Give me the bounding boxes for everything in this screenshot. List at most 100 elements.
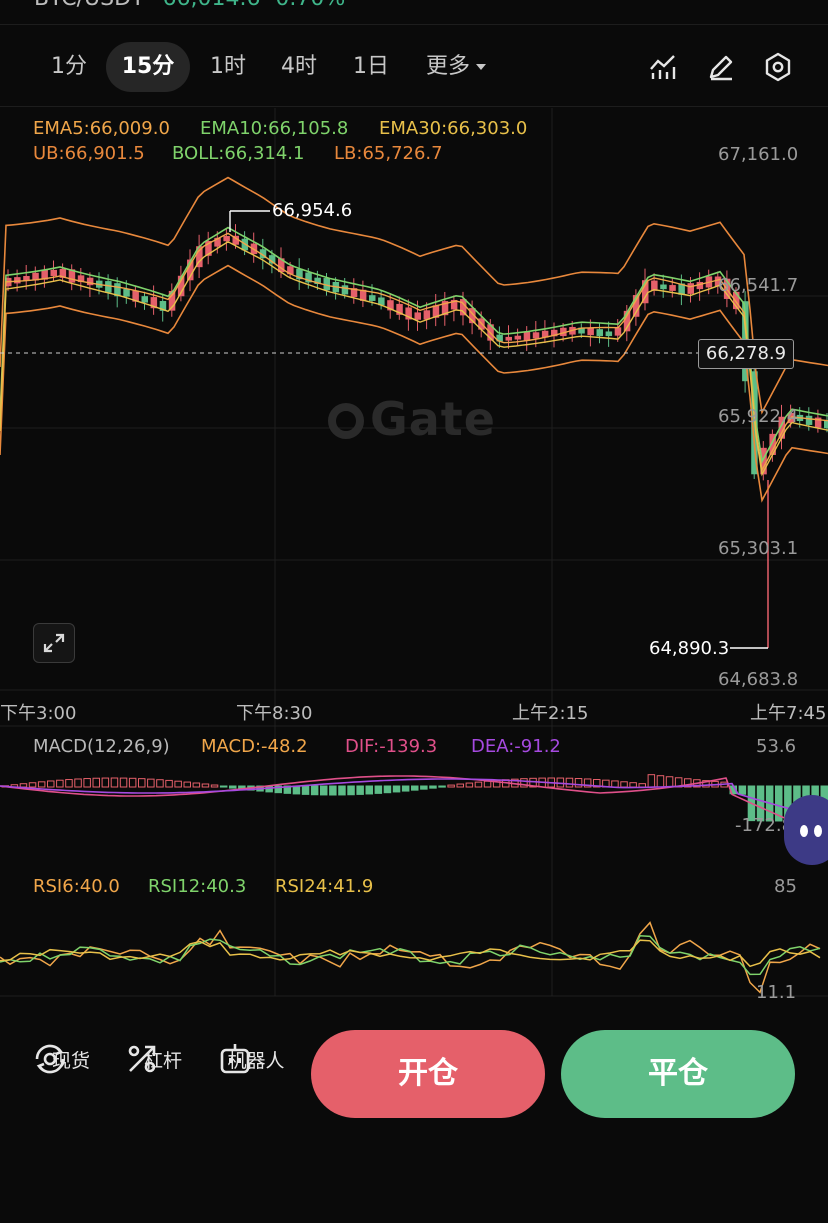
candle-body: [223, 236, 230, 242]
macd-bar: [183, 781, 191, 788]
candle-body: [505, 336, 512, 341]
macd-bar: [474, 781, 483, 788]
macd-bar: [629, 782, 637, 788]
candle-body: [587, 327, 594, 336]
macd-bar: [19, 783, 28, 788]
macd-bar: [292, 785, 301, 795]
candle-body: [614, 327, 622, 336]
expand-button[interactable]: [33, 623, 75, 663]
spot-icon: [35, 1044, 65, 1074]
candle-body: [14, 277, 21, 284]
price-tick: 67,161.0: [718, 144, 799, 165]
candle-body: [605, 331, 613, 337]
macd-bar: [83, 778, 91, 788]
macd-bar: [638, 783, 646, 788]
macd-bar: [301, 785, 310, 795]
macd-bar: [138, 778, 146, 788]
candle-body: [123, 288, 130, 297]
macd-bar: [374, 785, 383, 794]
expand-icon: [43, 633, 65, 653]
gate-watermark: Gate: [328, 392, 496, 446]
candle-body: [669, 285, 676, 291]
macd-bar: [110, 777, 119, 788]
macd-bar: [128, 777, 137, 788]
time-tick: 下午3:00: [0, 703, 77, 724]
candle-body: [50, 269, 57, 277]
macd-bar: [656, 775, 665, 788]
macd-bar: [411, 785, 419, 791]
price-tick: 65,922.4: [718, 406, 799, 427]
rsi12-line: [0, 935, 821, 976]
macd-bar: [647, 774, 656, 788]
macd-bar: [229, 785, 237, 789]
legend-dea: DEA:-91.2: [471, 736, 561, 757]
macd-bar: [174, 780, 182, 788]
legend-boll: BOLL:66,314.1: [172, 143, 305, 164]
legend-lb: LB:65,726.7: [334, 143, 443, 164]
leverage-icon: [128, 1045, 156, 1073]
macd-bar: [420, 785, 428, 790]
candle-body: [141, 296, 148, 303]
macd-max: 53.6: [756, 736, 797, 757]
candle-body: [824, 420, 828, 429]
price-tick: 66,541.7: [718, 275, 799, 296]
candle-body: [341, 285, 349, 295]
nav-robot[interactable]: 机器人: [216, 1040, 296, 1074]
macd-bar: [310, 785, 319, 796]
macd-bar: [392, 785, 401, 793]
current-price-tag[interactable]: 66,278.9: [698, 339, 794, 369]
legend-macd: MACD:-48.2: [201, 736, 308, 757]
candle-body: [369, 295, 376, 301]
macd-bar: [101, 777, 110, 788]
candle-body: [532, 332, 540, 339]
legend-rsi12: RSI12:40.3: [148, 876, 247, 897]
time-tick: 上午7:45: [750, 703, 827, 724]
macd-bar: [37, 781, 46, 788]
high-marker: 66,954.6: [272, 200, 353, 221]
legend-ema30: EMA30:66,303.0: [379, 118, 528, 139]
macd-bar: [356, 785, 364, 795]
time-tick: 下午8:30: [236, 703, 313, 724]
legend-rsi6: RSI6:40.0: [33, 876, 120, 897]
macd-bar: [192, 782, 201, 788]
macd-bar: [156, 779, 164, 788]
macd-bar: [92, 777, 100, 788]
rsi-max: 85: [774, 876, 797, 897]
macd-bar: [320, 785, 328, 796]
macd-bar: [65, 779, 73, 788]
macd-bar: [429, 785, 437, 789]
legend-dif: DIF:-139.3: [345, 736, 438, 757]
macd-bar: [738, 785, 747, 795]
candle-body: [414, 312, 421, 320]
macd-bar: [438, 785, 446, 788]
nav-spot[interactable]: 现货: [31, 1040, 111, 1074]
macd-bar: [119, 777, 128, 788]
macd-bar: [383, 785, 392, 794]
candle-body: [105, 281, 112, 293]
macd-bar: [574, 778, 583, 788]
macd-bar: [210, 784, 219, 788]
macd-bar: [165, 779, 173, 788]
macd-bar: [74, 778, 82, 788]
time-tick: 上午2:15: [512, 703, 589, 724]
candle-body: [86, 277, 94, 286]
macd-bar: [456, 783, 464, 788]
candle-body: [805, 415, 813, 425]
assistant-avatar[interactable]: [784, 795, 828, 865]
nav-leverage[interactable]: 杠杆: [123, 1040, 203, 1073]
open-position-button[interactable]: 开仓: [311, 1030, 545, 1118]
macd-bar: [347, 785, 355, 796]
low-marker: 64,890.3: [649, 638, 730, 659]
macd-bar: [401, 785, 410, 792]
legend-ub: UB:66,901.5: [33, 143, 145, 164]
macd-bar: [56, 779, 64, 788]
macd-bar: [565, 777, 574, 788]
macd-bar: [47, 780, 55, 788]
gate-logo-icon: [328, 403, 364, 439]
macd-bar: [465, 782, 474, 788]
macd-bar: [219, 785, 228, 788]
macd-bar: [611, 780, 619, 788]
close-position-button[interactable]: 平仓: [561, 1030, 795, 1118]
dea-line: [0, 778, 828, 820]
legend-ema5: EMA5:66,009.0: [33, 118, 170, 139]
